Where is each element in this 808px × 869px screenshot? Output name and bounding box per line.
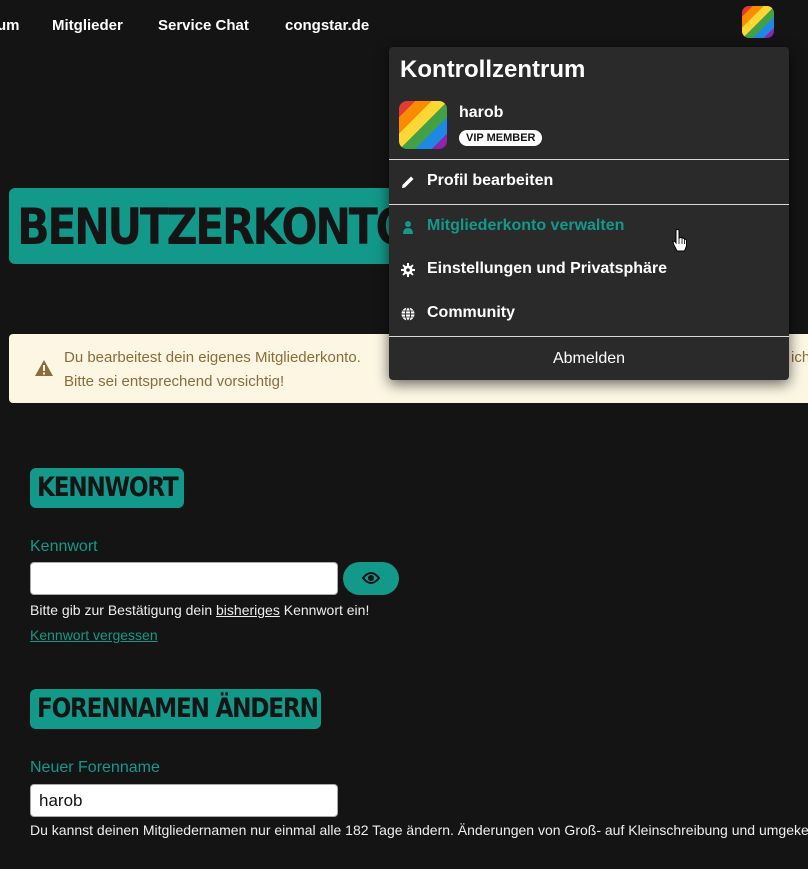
user-icon (403, 221, 413, 234)
forename-input[interactable]: harob (30, 784, 338, 817)
warning-line-1: Du bearbeitest dein eigenes Mitgliederko… (64, 349, 361, 366)
dropdown-divider (389, 159, 789, 160)
menu-item-label: Mitgliederkonto verwalten (427, 217, 625, 234)
menu-item-mitgliederkonto-verwalten[interactable]: Mitgliederkonto verwalten (389, 209, 789, 245)
warning-line-1-tail: ich (791, 349, 808, 366)
dropdown-divider (389, 204, 789, 205)
forename-label: Neuer Forenname (30, 759, 160, 776)
password-hint-post: Kennwort ein! (279, 602, 370, 618)
nav-link-congstar[interactable]: congstar.de (285, 17, 369, 34)
top-navigation: um Mitglieder Service Chat congstar.de (0, 0, 808, 52)
forgot-password-link[interactable]: Kennwort vergessen (30, 627, 158, 643)
page-title-block: BENUTZERKONTO (9, 188, 429, 264)
vip-badge: VIP MEMBER (459, 130, 543, 146)
menu-item-community[interactable]: Community (389, 296, 789, 332)
password-hint-pre: Bitte gib zur Bestätigung dein (30, 602, 217, 618)
globe-icon (401, 307, 415, 321)
nav-link-mitglieder[interactable]: Mitglieder (52, 17, 123, 34)
control-center-dropdown: Kontrollzentrum harob VIP MEMBER Profil … (389, 47, 789, 380)
show-password-button[interactable] (343, 562, 399, 595)
warning-icon (35, 360, 53, 376)
forename-section-heading: FORENNAMEN ÄNDERN (30, 689, 321, 729)
menu-item-label: Community (427, 304, 515, 321)
forename-heading-text: FORENNAMEN ÄNDERN (37, 693, 319, 724)
password-section-heading: KENNWORT (30, 468, 184, 508)
menu-item-profil-bearbeiten[interactable]: Profil bearbeiten (389, 164, 789, 200)
dropdown-title: Kontrollzentrum (400, 56, 586, 83)
menu-item-label: Einstellungen und Privatsphäre (427, 260, 668, 277)
password-label: Kennwort (30, 538, 98, 555)
password-hint-underlined: bisheriges (216, 602, 280, 618)
menu-item-einstellungen[interactable]: Einstellungen und Privatsphäre (389, 252, 789, 288)
dropdown-avatar (399, 101, 447, 149)
dropdown-username: harob (459, 104, 504, 121)
warning-text: Du bearbeitest dein eigenes Mitgliederko… (64, 346, 361, 394)
nav-link-service-chat[interactable]: Service Chat (158, 17, 249, 34)
menu-item-label: Profil bearbeiten (427, 172, 554, 189)
password-heading-text: KENNWORT (37, 472, 179, 503)
gear-icon (401, 263, 415, 277)
pencil-icon (402, 176, 414, 188)
warning-line-2: Bitte sei entsprechend vorsichtig! (64, 373, 285, 390)
forename-hint: Du kannst deinen Mitgliedernamen nur ein… (30, 822, 808, 838)
password-input[interactable] (30, 562, 338, 595)
nav-link-forum[interactable]: um (0, 17, 20, 34)
hand-cursor-icon (672, 229, 687, 252)
logout-button[interactable]: Abmelden (389, 337, 789, 380)
user-avatar-button[interactable] (742, 6, 774, 38)
eye-icon (362, 572, 380, 584)
page-title: BENUTZERKONTO (17, 198, 412, 256)
password-hint: Bitte gib zur Bestätigung dein bisherige… (30, 602, 369, 618)
